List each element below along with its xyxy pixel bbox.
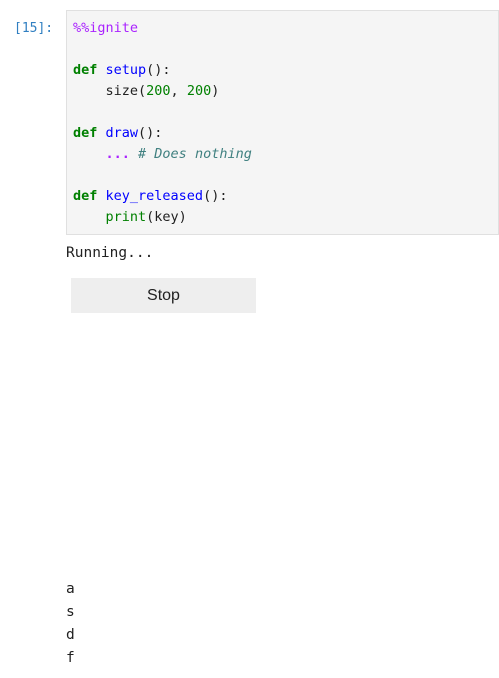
setup-parens: (): [146, 62, 171, 78]
size-call: size( [105, 83, 147, 99]
printed-key-line: f [66, 650, 75, 666]
draw-parens: (): [138, 125, 163, 141]
function-name-key-released: key_released [105, 188, 204, 204]
builtin-print: print [105, 209, 147, 225]
magic-command: %%ignite [73, 20, 139, 36]
printed-key-line: d [66, 627, 75, 643]
function-name-draw: draw [105, 125, 139, 141]
size-close: ) [211, 83, 220, 99]
code-comment: # Does nothing [138, 146, 252, 162]
size-width: 200 [146, 83, 171, 99]
key-released-parens: (): [203, 188, 228, 204]
print-args: (key) [146, 209, 187, 225]
stop-button[interactable]: Stop [71, 278, 256, 313]
code-line: size(200, 200) [73, 81, 498, 102]
code-line: def key_released(): [73, 186, 498, 207]
printed-key-line: s [66, 604, 75, 620]
cell-prompt: [15]: [14, 21, 54, 36]
code-line: print(key) [73, 207, 498, 228]
keyword-def: def [73, 62, 98, 78]
code-line: def setup(): [73, 60, 498, 81]
size-height: 200 [186, 83, 212, 99]
code-line: def draw(): [73, 123, 498, 144]
code-editor[interactable]: %%ignite def setup(): size(200, 200) def… [66, 10, 499, 235]
keyword-def: def [73, 188, 98, 204]
keyword-def: def [73, 125, 98, 141]
ellipsis: ... [105, 146, 130, 162]
function-name-setup: setup [105, 62, 147, 78]
cell-output: Running... Stop [66, 243, 486, 313]
code-line: ... # Does nothing [73, 144, 498, 165]
status-text: Running... [66, 245, 154, 261]
size-separator: , [170, 83, 187, 99]
code-line: %%ignite [73, 18, 498, 39]
printed-key-line: a [66, 581, 75, 597]
printed-output: a s d f [66, 578, 75, 670]
